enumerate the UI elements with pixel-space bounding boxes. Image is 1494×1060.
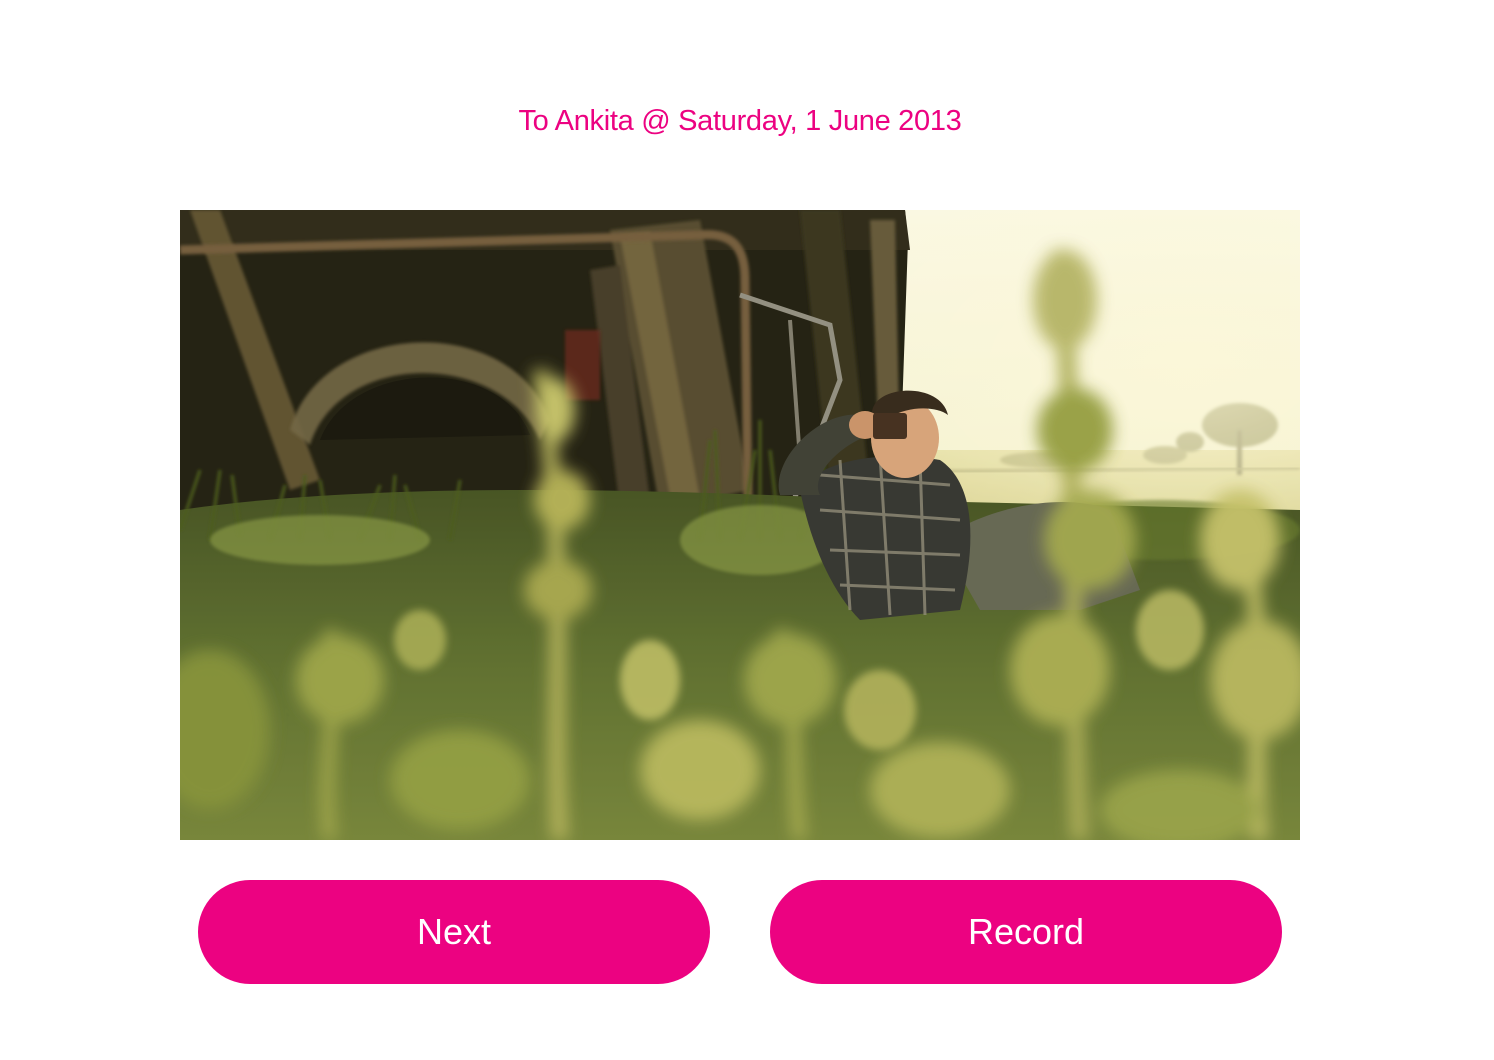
photo-image: [180, 210, 1300, 840]
dedication-heading: To Ankita @ Saturday, 1 June 2013: [518, 105, 962, 137]
record-button[interactable]: Record: [770, 880, 1282, 984]
video-frame[interactable]: [180, 210, 1300, 840]
page: To Ankita @ Saturday, 1 June 2013 Next R…: [0, 0, 1494, 1060]
next-button[interactable]: Next: [198, 880, 710, 984]
